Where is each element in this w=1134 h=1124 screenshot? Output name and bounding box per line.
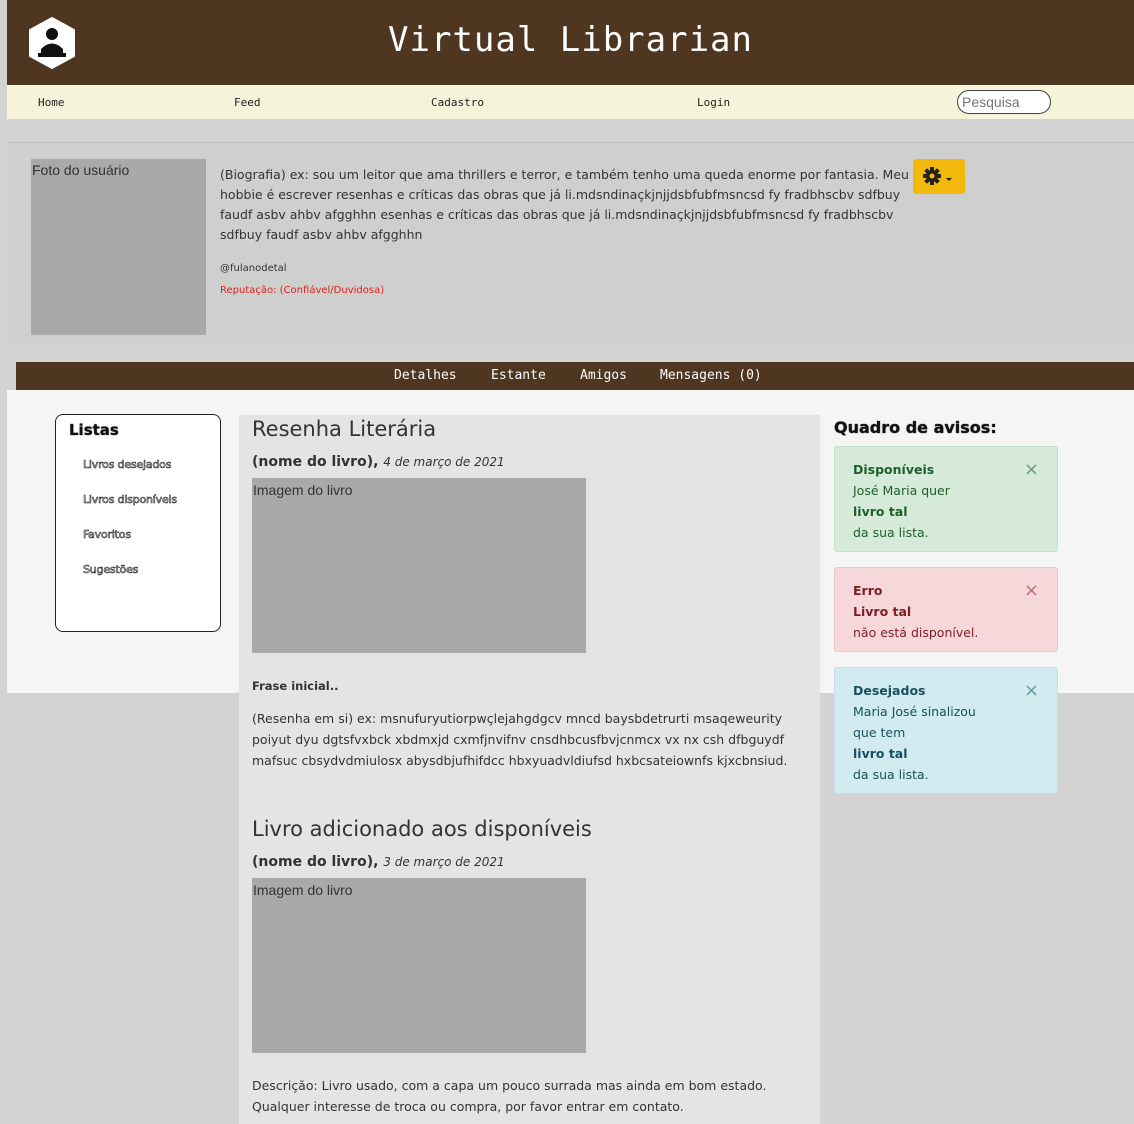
profile-tabs: Detalhes Estante Amigos Mensagens (0) <box>16 362 1134 391</box>
tab-mensagens[interactable]: Mensagens (0) <box>660 368 762 383</box>
post-body: Descrição: Livro usado, com a capa um po… <box>252 1078 767 1114</box>
alert-text: não está disponível. <box>853 625 979 640</box>
nav-feed[interactable]: Feed <box>234 96 261 109</box>
alert-book: livro tal <box>853 746 908 761</box>
list-item-desejados[interactable]: Livros desejados <box>83 458 172 472</box>
tab-estante[interactable]: Estante <box>491 368 546 383</box>
header-bar: Virtual Librarian <box>7 0 1134 85</box>
list-item-sugestoes[interactable]: Sugestões <box>83 563 139 577</box>
main-nav: Home Feed Cadastro Login <box>7 85 1134 119</box>
nav-login[interactable]: Login <box>697 96 730 109</box>
alert-book: livro tal <box>853 504 908 519</box>
page: Virtual Librarian Home Feed Cadastro Log… <box>0 0 1134 1124</box>
alert-text: José Maria quer <box>853 483 950 498</box>
tab-detalhes[interactable]: Detalhes <box>394 368 457 383</box>
nav-home[interactable]: Home <box>38 96 65 109</box>
alert-title: Erro <box>853 583 883 598</box>
close-icon[interactable]: × <box>1024 580 1039 601</box>
alert-title: Disponíveis <box>853 462 935 477</box>
gear-icon <box>923 167 952 185</box>
alert-book: Livro tal <box>853 604 912 619</box>
caret-down-icon <box>946 178 952 181</box>
post-book-name[interactable]: (nome do livro), <box>252 454 378 470</box>
alert-disponiveis: Disponíveis José Maria quer livro tal da… <box>834 446 1058 552</box>
post-date: 4 de março de 2021 <box>383 455 505 469</box>
user-reputation: Reputação: (Confiável/Duvidosa) <box>220 285 385 296</box>
close-icon[interactable]: × <box>1024 680 1039 701</box>
site-title: Virtual Librarian <box>388 20 753 60</box>
feed-column: Resenha Literária (nome do livro), 4 de … <box>239 415 820 1124</box>
close-icon[interactable]: × <box>1024 459 1039 480</box>
post-title: Livro adicionado aos disponíveis <box>252 817 592 841</box>
user-bio: (Biografia) ex: sou um leitor que ama th… <box>220 167 909 242</box>
alert-text: da sua lista. <box>853 767 929 782</box>
tab-amigos[interactable]: Amigos <box>580 368 627 383</box>
post-subtitle: (nome do livro), 4 de março de 2021 <box>252 454 505 470</box>
profile-card: Foto do usuário (Biografia) ex: sou um l… <box>7 142 1134 343</box>
alert-text: que tem <box>853 725 906 740</box>
post-book-name[interactable]: (nome do livro), <box>252 854 378 870</box>
post-first-line: Frase inicial.. <box>252 679 339 693</box>
alert-erro: Erro Livro tal não está disponível. × <box>834 567 1058 652</box>
post-subtitle: (nome do livro), 3 de março de 2021 <box>252 854 505 870</box>
post-title: Resenha Literária <box>252 417 437 441</box>
lists-title: Listas <box>69 421 119 439</box>
list-item-favoritos[interactable]: Favoritos <box>83 528 132 542</box>
notice-board-title: Quadro de avisos: <box>834 418 997 437</box>
alert-text: Maria José sinalizou <box>853 704 976 719</box>
search-input[interactable] <box>957 90 1051 114</box>
user-handle: @fulanodetal <box>220 263 287 274</box>
alert-title: Desejados <box>853 683 926 698</box>
post-body: (Resenha em si) ex: msnufuryutiorpwçleja… <box>252 711 788 768</box>
alert-text: da sua lista. <box>853 525 929 540</box>
post-date: 3 de março de 2021 <box>383 855 505 869</box>
book-image: Imagem do livro <box>252 478 586 653</box>
book-image: Imagem do livro <box>252 878 586 1053</box>
nav-cadastro[interactable]: Cadastro <box>431 96 484 109</box>
settings-dropdown-button[interactable] <box>913 159 965 194</box>
list-item-disponiveis[interactable]: Livros disponíveis <box>83 493 178 507</box>
user-photo: Foto do usuário <box>31 159 206 335</box>
lists-panel: Listas Livros desejados Livros disponíve… <box>55 414 221 632</box>
alert-desejados: Desejados Maria José sinalizou que tem l… <box>834 667 1058 794</box>
